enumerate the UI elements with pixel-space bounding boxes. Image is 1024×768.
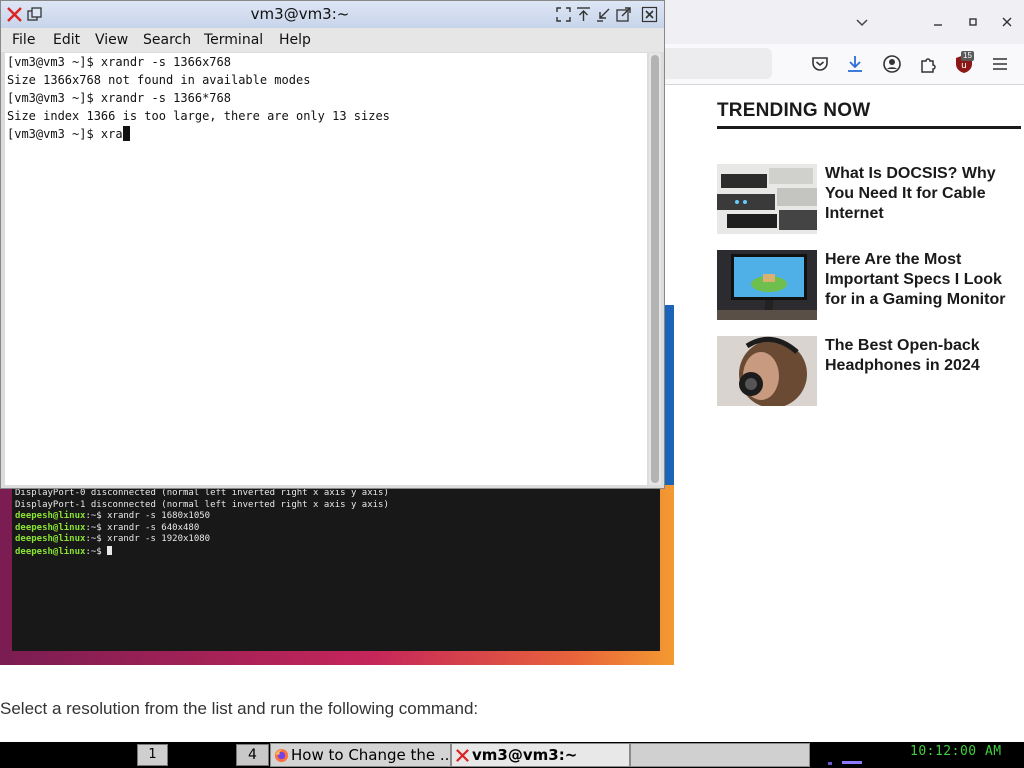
embedded-terminal-cursor	[107, 545, 113, 555]
trending-title: TRENDING NOW	[717, 96, 1021, 129]
firefox-icon	[274, 748, 289, 763]
minimize-icon	[934, 24, 942, 26]
taskbar-clock: 10:12:00 AM	[910, 744, 1002, 759]
svg-text:u: u	[961, 61, 967, 71]
terminal-scrollbar[interactable]	[649, 53, 661, 485]
terminal-cursor	[122, 126, 130, 141]
downloads-icon[interactable]	[845, 54, 865, 74]
terminal-line: Size index 1366 is too large, there are …	[7, 109, 390, 123]
list-all-tabs-button[interactable]	[850, 10, 874, 34]
terminal-titlebar[interactable]: vm3@vm3:~	[1, 1, 664, 29]
task-browser-button[interactable]: How to Change the ...	[270, 743, 451, 767]
minimize-icon[interactable]	[595, 6, 612, 23]
terminal-x-icon	[456, 749, 469, 762]
embedded-terminal-line: deepesh@linux:~$ xrandr -s 640x480	[15, 522, 200, 533]
terminal-window[interactable]: vm3@vm3:~ File Edit View Search Terminal…	[0, 0, 665, 489]
embedded-terminal-line: deepesh@linux:~$	[15, 545, 660, 558]
terminal-current-command: [vm3@vm3 ~]$ xra	[7, 127, 123, 141]
menu-terminal[interactable]: Terminal	[204, 28, 263, 52]
fullscreen-icon[interactable]	[555, 6, 572, 23]
menu-search[interactable]: Search	[143, 28, 191, 52]
url-bar[interactable]	[664, 48, 772, 79]
trending-item-title[interactable]: The Best Open-back Headphones in 2024	[825, 336, 1021, 376]
task-terminal-label: vm3@vm3:~	[472, 746, 578, 764]
workspace-1-label: 1	[148, 747, 157, 762]
trending-thumbnail-headphones[interactable]	[717, 336, 817, 406]
trending-item[interactable]: Here Are the Most Important Specs I Look…	[717, 250, 1021, 320]
terminal-menubar: File Edit View Search Terminal Help	[1, 28, 664, 52]
menu-help[interactable]: Help	[279, 28, 311, 52]
embedded-terminal-line: DisplayPort-1 disconnected (normal left …	[15, 499, 389, 510]
maximize-icon[interactable]	[615, 6, 632, 23]
chevron-down-icon	[856, 19, 868, 27]
ublock-count-badge: 15	[961, 51, 974, 61]
trending-item[interactable]: The Best Open-back Headphones in 2024	[717, 336, 1021, 406]
terminal-input-line[interactable]: [vm3@vm3 ~]$ xra	[7, 125, 647, 143]
menu-icon[interactable]	[990, 54, 1010, 74]
task-terminal-button[interactable]: vm3@vm3:~	[451, 743, 630, 767]
account-icon[interactable]	[882, 54, 902, 74]
menu-edit[interactable]: Edit	[53, 28, 80, 52]
workspace-4-button[interactable]: 4	[236, 744, 269, 766]
article-screenshot-terminal: DisplayPort-0 disconnected (normal left …	[12, 485, 660, 651]
maximize-icon	[969, 18, 977, 26]
terminal-line: [vm3@vm3 ~]$ xrandr -s 1366*768	[7, 91, 231, 105]
trending-item-title[interactable]: What Is DOCSIS? Why You Need It for Cabl…	[825, 164, 1021, 224]
task-empty-slot	[630, 743, 810, 767]
browser-maximize-button[interactable]	[961, 10, 985, 34]
menu-view[interactable]: View	[95, 28, 128, 52]
cpu-monitor-icon	[828, 761, 862, 765]
always-on-top-icon[interactable]	[575, 6, 592, 23]
embedded-terminal-line: deepesh@linux:~$ xrandr -s 1920x1080	[15, 534, 211, 544]
trending-thumbnail-modems[interactable]	[717, 164, 817, 234]
trending-item-title[interactable]: Here Are the Most Important Specs I Look…	[825, 250, 1021, 310]
workspace-1-button[interactable]: 1	[137, 744, 168, 766]
trending-now-section: TRENDING NOW What Is DOCSIS? Why You Nee…	[717, 96, 1021, 406]
trending-item[interactable]: What Is DOCSIS? Why You Need It for Cabl…	[717, 164, 1021, 234]
embedded-terminal-line: DisplayPort-0 disconnected (normal left …	[15, 488, 389, 498]
workspace-4-label: 4	[248, 747, 257, 763]
browser-minimize-button[interactable]	[926, 10, 950, 34]
browser-close-button[interactable]	[995, 10, 1019, 34]
terminal-output[interactable]: [vm3@vm3 ~]$ xrandr -s 1366x768 Size 136…	[5, 53, 647, 485]
trending-thumbnail-gaming-monitor[interactable]	[717, 250, 817, 320]
close-icon	[1002, 17, 1012, 27]
article-paragraph: Select a resolution from the list and ru…	[0, 699, 479, 718]
terminal-line: [vm3@vm3 ~]$ xrandr -s 1366x768	[7, 55, 231, 69]
embedded-terminal-line: deepesh@linux:~$ xrandr -s 1680x1050	[15, 511, 211, 521]
menu-file[interactable]: File	[12, 28, 35, 52]
article-image-fragment	[664, 305, 674, 485]
terminal-title: vm3@vm3:~	[250, 5, 350, 23]
terminal-scroll-thumb[interactable]	[651, 55, 659, 483]
pocket-icon[interactable]	[810, 54, 830, 74]
terminal-line: Size 1366x768 not found in available mod…	[7, 73, 311, 87]
close-icon[interactable]	[641, 6, 658, 23]
extensions-icon[interactable]	[918, 54, 938, 74]
task-browser-label: How to Change the ...	[291, 746, 451, 764]
